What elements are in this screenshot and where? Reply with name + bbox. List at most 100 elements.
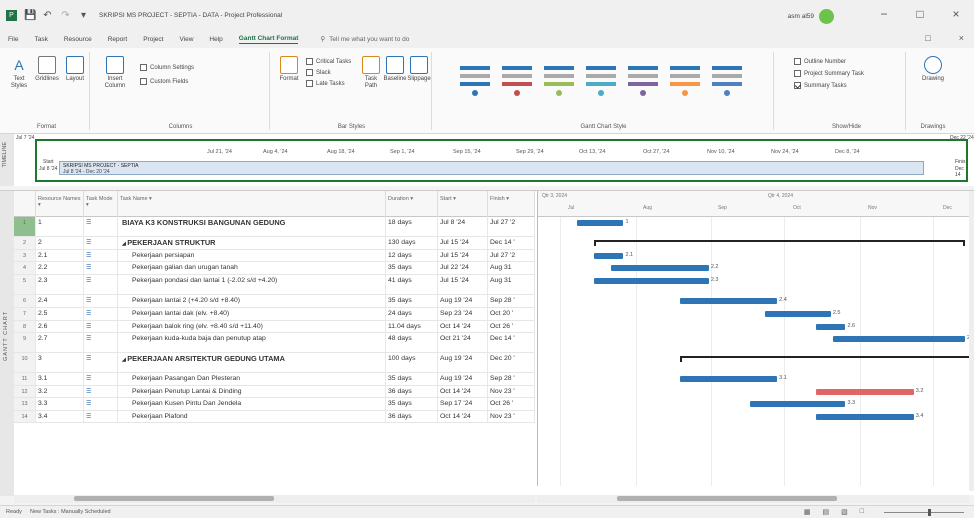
task-mode-cell[interactable]: ☰ (84, 250, 118, 261)
table-row[interactable]: 14 3.4 ☰ Pekerjaan Plafond 36 days Oct 14 '24… (14, 411, 535, 423)
duration-cell[interactable]: 35 days (386, 262, 438, 274)
row-id-cell[interactable]: 4 (14, 262, 36, 274)
header-task-name[interactable]: Task Name ▾ (118, 191, 386, 217)
start-cell[interactable]: Oct 14 '24 (438, 411, 488, 422)
table-row[interactable]: 10 3 ☰ ◢ PEKERJAAN ARSITEKTUR GEDUNG UTAMA 1… (14, 353, 535, 373)
task-bar[interactable] (594, 278, 709, 284)
zoom-slider-knob[interactable] (928, 509, 931, 516)
duration-cell[interactable]: 12 days (386, 250, 438, 261)
header-resource-names[interactable]: Resource Names ▾ (36, 191, 84, 217)
row-id-cell[interactable]: 12 (14, 386, 36, 397)
tab-file[interactable]: File (8, 36, 18, 43)
task-bar[interactable] (679, 376, 778, 382)
resource-cell[interactable]: 2.7 (36, 333, 84, 352)
tab-project[interactable]: Project (143, 36, 163, 43)
summary-tasks-checkbox[interactable]: Summary Tasks (794, 82, 847, 89)
timeline-range-box[interactable]: Start Jul 8 '24 Finis Dec 14 Jul 21, '24… (35, 139, 968, 182)
resource-cell[interactable]: 2.6 (36, 321, 84, 332)
layout-button[interactable]: Layout (62, 56, 88, 83)
column-settings-button[interactable]: Column Settings (140, 64, 194, 71)
drawing-button[interactable]: Drawing (920, 56, 946, 83)
task-mode-cell[interactable]: ☰ (84, 353, 118, 372)
task-name-cell[interactable]: Pekerjaan Penutup Lantai & Dinding (118, 386, 386, 397)
undo-icon[interactable]: ↶ (42, 10, 53, 21)
header-task-mode[interactable]: Task Mode ▾ (84, 191, 118, 217)
table-row[interactable]: 13 3.3 ☰ Pekerjaan Kusen Pintu Dan Jendela 3… (14, 398, 535, 411)
gantt-style-4[interactable] (582, 60, 622, 100)
resource-cell[interactable]: 2.2 (36, 262, 84, 274)
task-bar[interactable] (611, 265, 709, 271)
finish-cell[interactable]: Oct 20 ' (488, 308, 535, 320)
start-cell[interactable]: Aug 19 '24 (438, 295, 488, 307)
row-id-cell[interactable]: 6 (14, 295, 36, 307)
tab-view[interactable]: View (179, 36, 193, 43)
start-cell[interactable]: Oct 14 '24 (438, 321, 488, 332)
duration-cell[interactable]: 100 days (386, 353, 438, 372)
duration-cell[interactable]: 24 days (386, 308, 438, 320)
summary-bar[interactable] (594, 240, 966, 246)
resource-cell[interactable]: 1 (36, 217, 84, 236)
duration-cell[interactable]: 11.04 days (386, 321, 438, 332)
task-mode-cell[interactable]: ☰ (84, 262, 118, 274)
slack-checkbox[interactable]: Slack (306, 69, 331, 76)
task-mode-cell[interactable]: ☰ (84, 217, 118, 236)
table-row[interactable]: 12 3.2 ☰ Pekerjaan Penutup Lantai & Dinding… (14, 386, 535, 398)
finish-cell[interactable]: Oct 26 ' (488, 321, 535, 332)
user-account[interactable]: asm al59 (788, 9, 834, 24)
task-name-cell[interactable]: ◢ PEKERJAAN STRUKTUR (118, 237, 386, 249)
task-bar[interactable] (577, 220, 624, 226)
resource-cell[interactable]: 3.1 (36, 373, 84, 385)
task-mode-cell[interactable]: ☰ (84, 275, 118, 294)
minimize-button[interactable]: − (876, 8, 892, 20)
resource-cell[interactable]: 2.4 (36, 295, 84, 307)
row-id-cell[interactable]: 11 (14, 373, 36, 385)
task-mode-cell[interactable]: ☰ (84, 237, 118, 249)
resource-cell[interactable]: 3.4 (36, 411, 84, 422)
header-duration[interactable]: Duration ▾ (386, 191, 438, 217)
project-summary-task-checkbox[interactable]: Project Summary Task (794, 70, 864, 77)
task-mode-cell[interactable]: ☰ (84, 386, 118, 397)
task-name-cell[interactable]: ◢ PEKERJAAN ARSITEKTUR GEDUNG UTAMA (118, 353, 386, 372)
maximize-button[interactable]: □ (912, 8, 928, 20)
task-mode-cell[interactable]: ☰ (84, 411, 118, 422)
chart-horizontal-scrollbar[interactable] (537, 495, 969, 503)
row-id-cell[interactable]: 13 (14, 398, 36, 410)
resource-cell[interactable]: 3.2 (36, 386, 84, 397)
table-row[interactable]: 7 2.5 ☰ Pekerjaan lantai dak (elv. +8.40) 24… (14, 308, 535, 321)
task-mode-cell[interactable]: ☰ (84, 295, 118, 307)
insert-column-button[interactable]: Insert Column (100, 56, 130, 90)
finish-cell[interactable]: Sep 28 ' (488, 295, 535, 307)
task-bar[interactable] (594, 253, 624, 259)
slippage-button[interactable]: Slippage (406, 56, 432, 83)
duration-cell[interactable]: 36 days (386, 386, 438, 397)
duration-cell[interactable]: 36 days (386, 411, 438, 422)
task-name-cell[interactable]: Pekerjaan balok ring (elv. +8.40 s/d +11… (118, 321, 386, 332)
gantt-style-5[interactable] (624, 60, 664, 100)
tab-task[interactable]: Task (34, 36, 47, 43)
summary-bar[interactable] (679, 356, 969, 362)
avatar[interactable] (819, 9, 834, 24)
row-id-cell[interactable]: 5 (14, 275, 36, 294)
finish-cell[interactable]: Aug 31 (488, 262, 535, 274)
text-styles-button[interactable]: A Text Styles (6, 56, 32, 90)
duration-cell[interactable]: 35 days (386, 398, 438, 410)
start-cell[interactable]: Sep 17 '24 (438, 398, 488, 410)
finish-cell[interactable]: Nov 23 ' (488, 411, 535, 422)
table-row[interactable]: 2 2 ☰ ◢ PEKERJAAN STRUKTUR 130 days Jul 15 '2… (14, 237, 535, 250)
task-usage-view-icon[interactable]: ▤ (823, 508, 830, 516)
duration-cell[interactable]: 18 days (386, 217, 438, 236)
task-name-cell[interactable]: Pekerjaan persiapan (118, 250, 386, 261)
status-new-tasks[interactable]: New Tasks : Manually Scheduled (30, 509, 111, 515)
finish-cell[interactable]: Oct 26 ' (488, 398, 535, 410)
redo-icon[interactable]: ↷ (60, 10, 71, 21)
task-name-cell[interactable]: Pekerjaan Plafond (118, 411, 386, 422)
row-id-cell[interactable]: 1 (14, 217, 36, 236)
start-cell[interactable]: Oct 21 '24 (438, 333, 488, 352)
task-mode-cell[interactable]: ☰ (84, 333, 118, 352)
tab-help[interactable]: Help (209, 36, 222, 43)
resource-cell[interactable]: 2.5 (36, 308, 84, 320)
duration-cell[interactable]: 35 days (386, 373, 438, 385)
tab-resource[interactable]: Resource (64, 36, 92, 43)
timeline-pane[interactable]: TIMELINE Jul 7 '24 Dec 22 '24 Start Jul … (0, 134, 974, 186)
row-id-cell[interactable]: 8 (14, 321, 36, 332)
